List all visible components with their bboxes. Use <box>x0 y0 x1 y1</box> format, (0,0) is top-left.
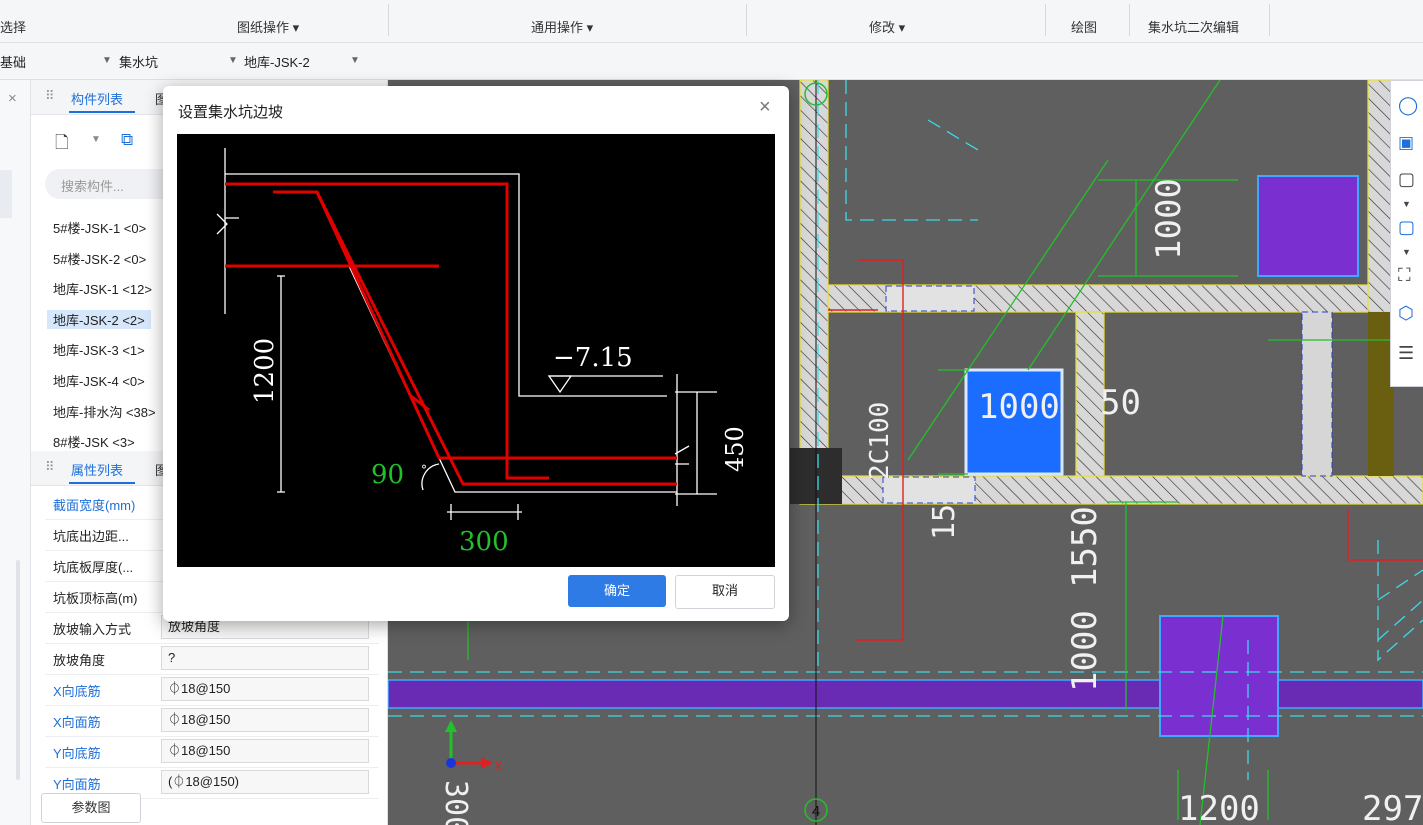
property-key: 坑板顶标高(m) <box>53 591 138 606</box>
component-list-item[interactable]: 地库-JSK-4 <0> <box>53 371 145 390</box>
new-component-icon[interactable]: 🗋 <box>55 130 69 159</box>
view-toolbar: ◯ ▣ ▢ ▼ ▢ ▼ ⛶ ⬡ ☰ <box>1390 80 1423 387</box>
property-row: X向底筋 ⏀18@150 <box>45 674 379 706</box>
chevron-down-icon[interactable]: ▼ <box>91 134 101 145</box>
display-settings-icon[interactable]: ⬡ <box>1398 303 1414 324</box>
search-placeholder: 搜索构件... <box>61 179 124 194</box>
ribbon-group-modify[interactable]: 修改 ▾ <box>869 17 905 36</box>
component-select[interactable]: 地库-JSK-2 <box>244 52 310 71</box>
tab-property-list[interactable]: 属性列表 <box>71 460 123 479</box>
width-label: 300 <box>459 527 509 557</box>
drag-handle-icon[interactable]: ⠿ <box>45 459 55 475</box>
ribbon-group-common-ops[interactable]: 通用操作 ▾ <box>531 17 593 36</box>
tab-underline <box>69 111 135 113</box>
dim-text: 15 <box>927 504 962 540</box>
scrollbar[interactable] <box>16 560 20 780</box>
cube-icon[interactable]: ▢ <box>1398 169 1415 190</box>
shaded-cube-icon[interactable]: ▢ <box>1398 217 1415 238</box>
property-key: X向底筋 <box>53 684 101 699</box>
sump-pit[interactable] <box>1257 175 1359 277</box>
property-key: X向面筋 <box>53 715 101 730</box>
component-list-item[interactable]: 5#楼-JSK-2 <0> <box>53 249 146 268</box>
property-row: Y向底筋 ⏀18@150 <box>45 736 379 768</box>
wall-segment <box>799 80 829 505</box>
height-label: 1200 <box>250 338 280 404</box>
cancel-button[interactable]: 取消 <box>675 575 775 609</box>
ribbon-group-draw[interactable]: 绘图 <box>1071 17 1097 36</box>
close-icon[interactable]: × <box>759 96 771 119</box>
tab-underline <box>69 482 135 484</box>
property-key: 放坡角度 <box>53 653 106 668</box>
component-list-item[interactable]: 地库-JSK-1 <12> <box>53 279 152 298</box>
chevron-down-icon[interactable]: ▼ <box>1402 247 1411 257</box>
degree-mark: ° <box>421 463 427 477</box>
ribbon-group-sump-edit[interactable]: 集水坑二次编辑 <box>1148 17 1239 36</box>
property-value[interactable]: (⏀18@150) <box>161 770 369 794</box>
ok-button[interactable]: 确定 <box>568 575 666 607</box>
zoom-extents-icon[interactable]: ⛶ <box>1398 265 1411 286</box>
component-list-item[interactable]: 地库-排水沟 <38> <box>53 402 156 421</box>
ribbon-separator <box>1129 4 1130 36</box>
property-key: Y向面筋 <box>53 777 101 792</box>
component-list-item[interactable]: 地库-JSK-3 <1> <box>53 340 145 359</box>
property-value[interactable]: ⏀18@150 <box>161 708 369 732</box>
ribbon-separator <box>746 4 747 36</box>
property-key: 坑底出边距... <box>53 529 129 544</box>
elevation-label: −7.15 <box>553 343 633 373</box>
dim-text: 50 <box>1100 383 1141 423</box>
ribbon-separator <box>1045 4 1046 36</box>
dialog-title: 设置集水坑边坡 <box>178 104 284 121</box>
ribbon-group-select[interactable]: 选择 <box>0 17 26 36</box>
floor-select[interactable]: 基础 <box>0 52 26 71</box>
dim-text: 2C100 <box>865 402 895 480</box>
dim-text: 300 <box>438 780 473 825</box>
copy-icon[interactable]: ⧉ <box>121 130 133 150</box>
property-key: Y向底筋 <box>53 746 101 761</box>
property-row: 放坡角度? <box>45 643 379 675</box>
sump-pit[interactable] <box>1159 615 1279 737</box>
left-side-strip: × <box>0 80 31 825</box>
chevron-down-icon[interactable]: ▼ <box>228 55 238 66</box>
property-key: 坑底板厚度(... <box>53 560 134 575</box>
property-key: 放坡输入方式 <box>53 622 132 637</box>
property-key: 截面宽度(mm) <box>53 498 136 513</box>
dim-text: 1550 <box>1065 506 1105 588</box>
dim-text: 1000 <box>978 387 1060 427</box>
ribbon-toolbar: 选择 图纸操作 ▾ 通用操作 ▾ 修改 ▾ 绘图 集水坑二次编辑 <box>0 0 1423 43</box>
slope-section-drawing: −7.15 1200 90 ° 450 300 <box>216 148 749 557</box>
property-value[interactable]: ? <box>161 646 369 670</box>
chevron-down-icon[interactable]: ▼ <box>350 55 360 66</box>
property-value[interactable]: ⏀18@150 <box>161 677 369 701</box>
dim-text: 1000 <box>1065 610 1105 692</box>
ribbon-group-drawing-ops[interactable]: 图纸操作 ▾ <box>237 17 299 36</box>
slope-diagram: −7.15 1200 90 ° 450 300 <box>177 134 775 567</box>
property-value[interactable]: ⏀18@150 <box>161 739 369 763</box>
component-list-item[interactable]: 地库-JSK-2 <2> <box>47 309 151 329</box>
axis-label: 4 <box>812 803 820 820</box>
ribbon-separator <box>388 4 389 36</box>
dim-text: 1000 <box>1149 178 1189 260</box>
slope-settings-dialog: 设置集水坑边坡 × −7.15 1200 90 ° 450 300 确定 取消 <box>163 86 789 621</box>
param-diagram-button[interactable]: 参数图 <box>41 793 141 823</box>
x-axis-label: X <box>494 758 503 773</box>
chevron-down-icon[interactable]: ▼ <box>1402 199 1411 209</box>
ribbon-separator <box>1269 4 1270 36</box>
dim-text: 1200 <box>1178 789 1260 825</box>
view-3d-icon[interactable]: ▣ <box>1398 133 1414 153</box>
component-list-item[interactable]: 8#楼-JSK <3> <box>53 432 135 451</box>
property-row: X向面筋 ⏀18@150 <box>45 705 379 737</box>
component-list-item[interactable]: 5#楼-JSK-1 <0> <box>53 218 146 237</box>
depth-label: 450 <box>721 426 749 472</box>
angle-label: 90 <box>371 460 404 490</box>
selector-bar: 基础 ▼ 集水坑 ▼ 地库-JSK-2 ▼ <box>0 43 1423 80</box>
orbit-icon[interactable]: ◯ <box>1398 95 1418 116</box>
type-select[interactable]: 集水坑 <box>119 52 158 71</box>
close-icon[interactable]: × <box>8 90 17 107</box>
properties-view-icon[interactable]: ☰ <box>1398 343 1414 364</box>
dim-text: 297 <box>1362 789 1423 825</box>
tab-component-list[interactable]: 构件列表 <box>71 89 123 108</box>
chevron-down-icon[interactable]: ▼ <box>102 55 112 66</box>
side-tab[interactable] <box>0 170 12 218</box>
drag-handle-icon[interactable]: ⠿ <box>45 88 55 104</box>
